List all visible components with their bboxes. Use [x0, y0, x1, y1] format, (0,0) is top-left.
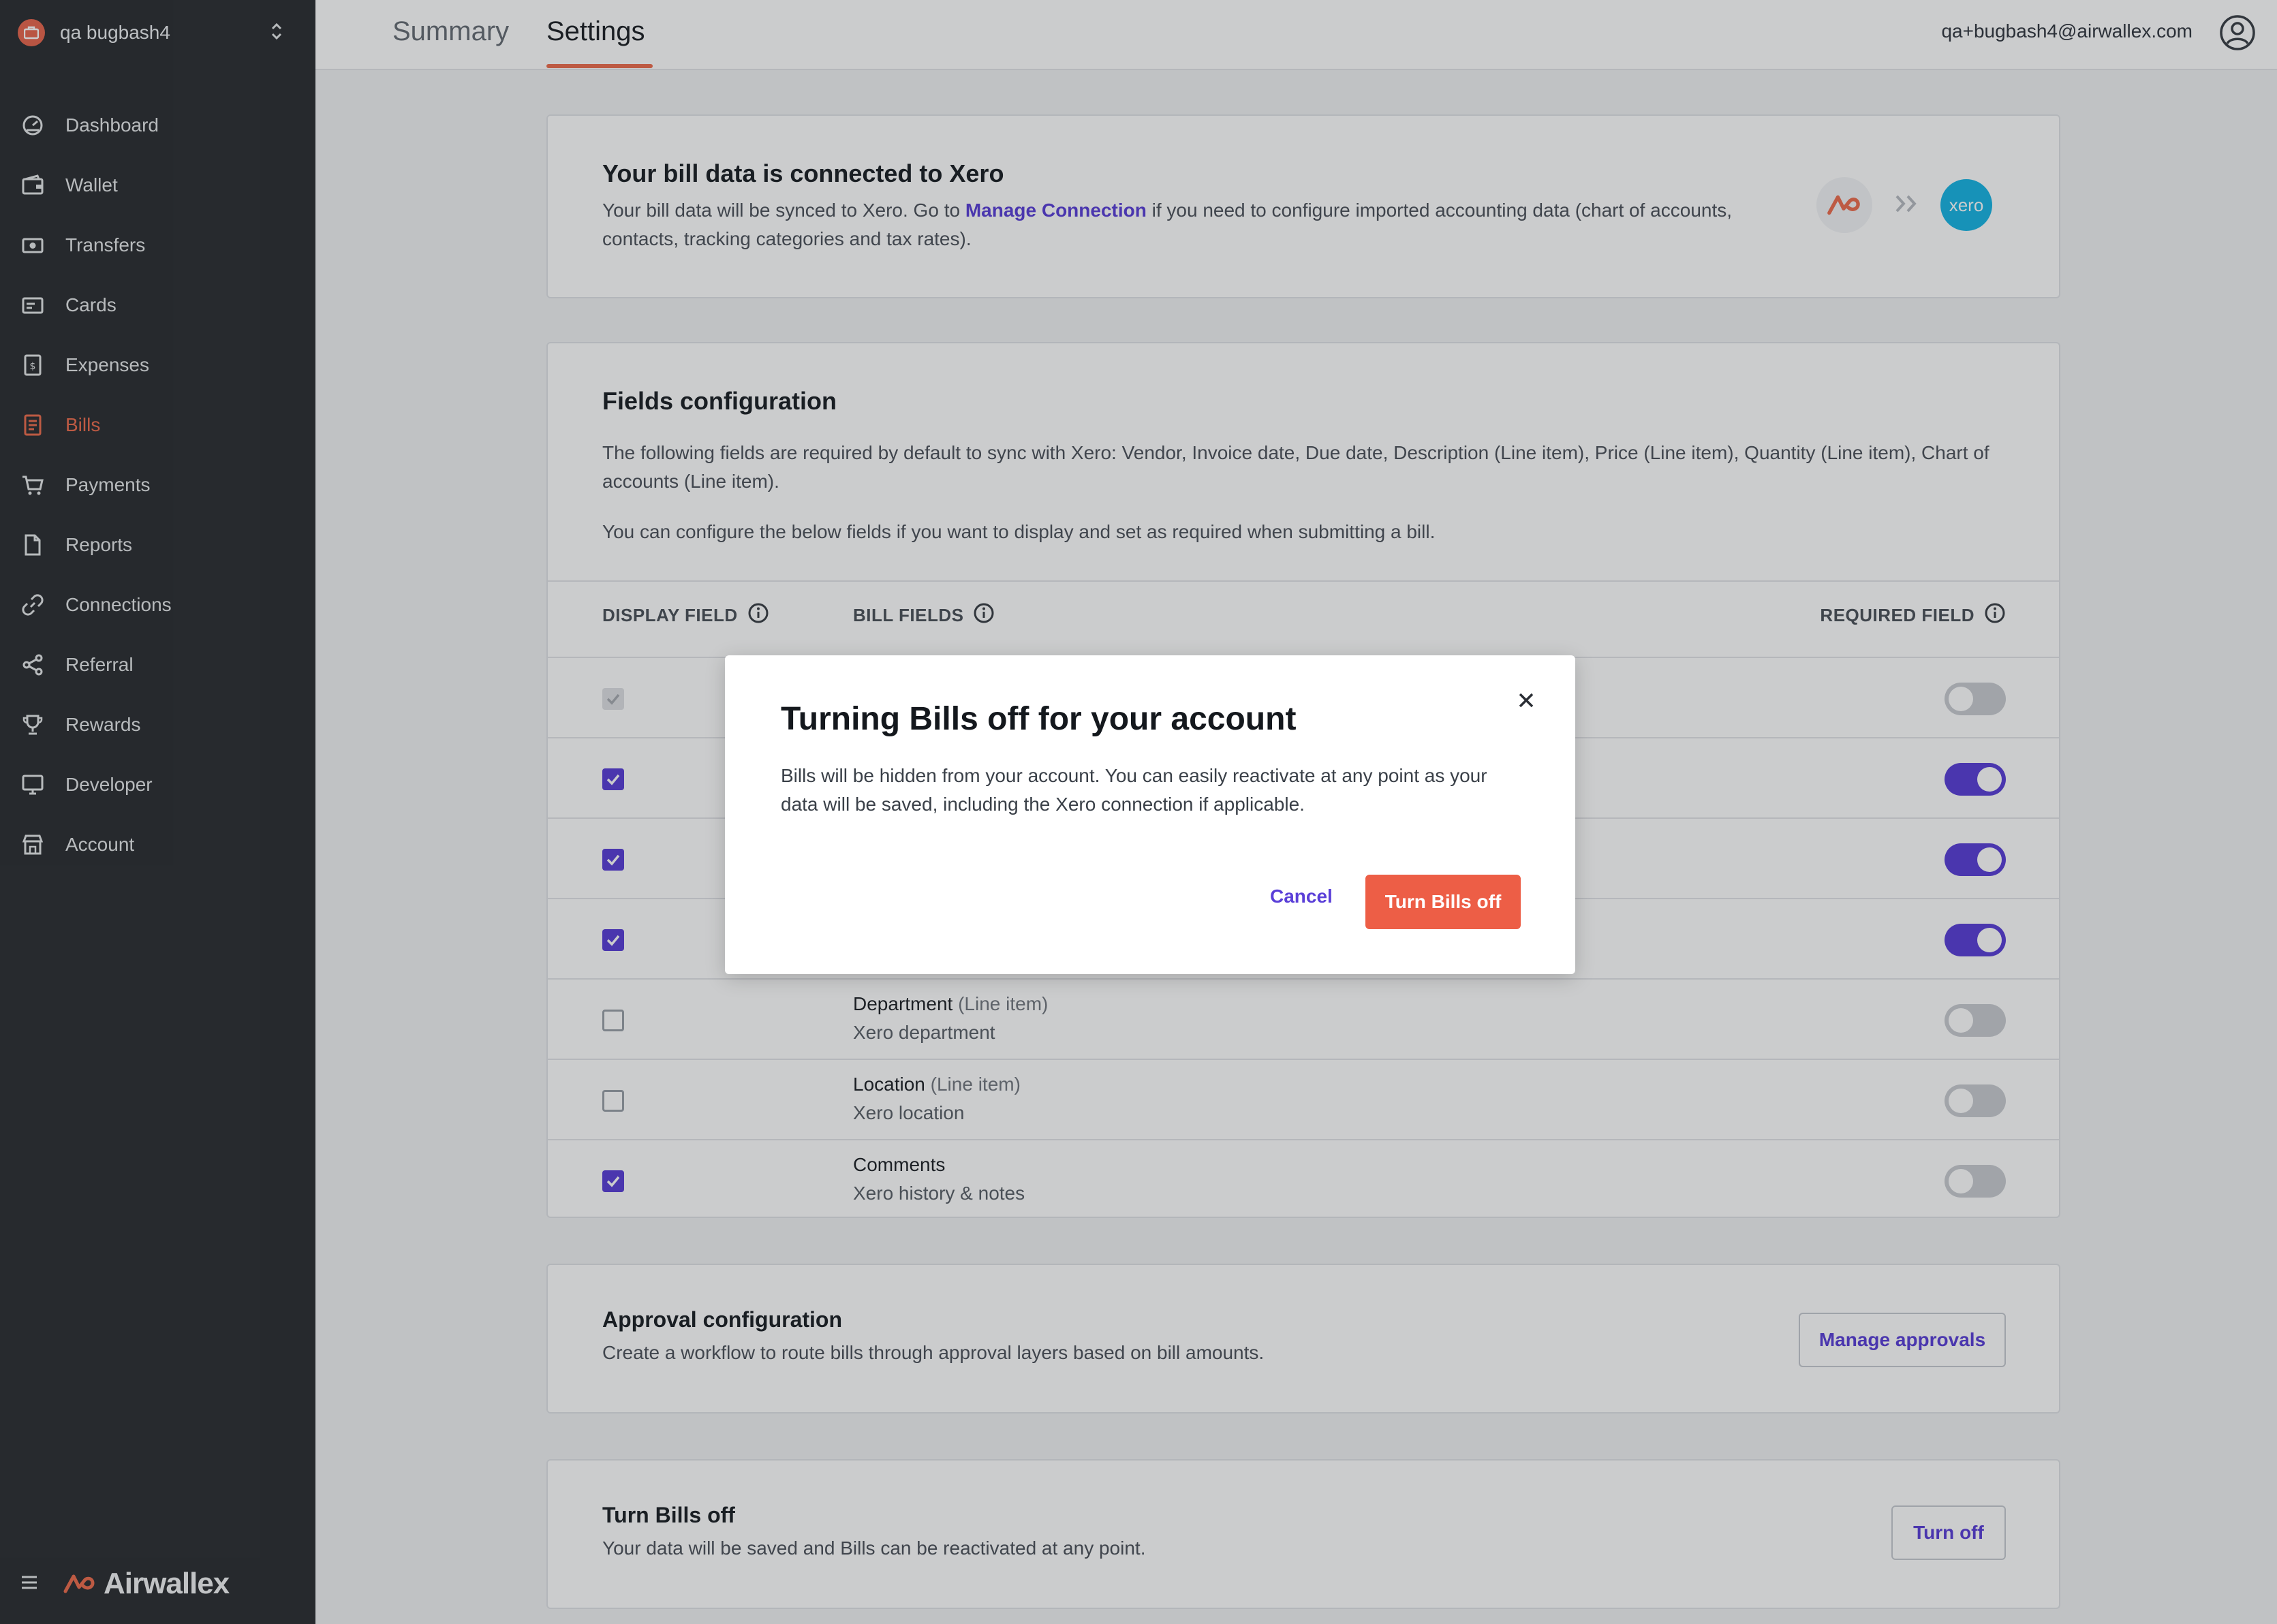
close-icon[interactable] [1513, 687, 1540, 714]
cancel-button[interactable]: Cancel [1270, 886, 1333, 907]
turn-bills-off-dialog: Turning Bills off for your account Bills… [725, 655, 1575, 974]
turn-bills-off-button[interactable]: Turn Bills off [1365, 875, 1521, 929]
dialog-body-line1: Bills will be hidden from your account. … [781, 765, 1487, 786]
dialog-body-line2: data will be saved, including the Xero c… [781, 794, 1305, 815]
dialog-title: Turning Bills off for your account [781, 701, 1297, 737]
dialog-body: Bills will be hidden from your account. … [781, 762, 1503, 819]
